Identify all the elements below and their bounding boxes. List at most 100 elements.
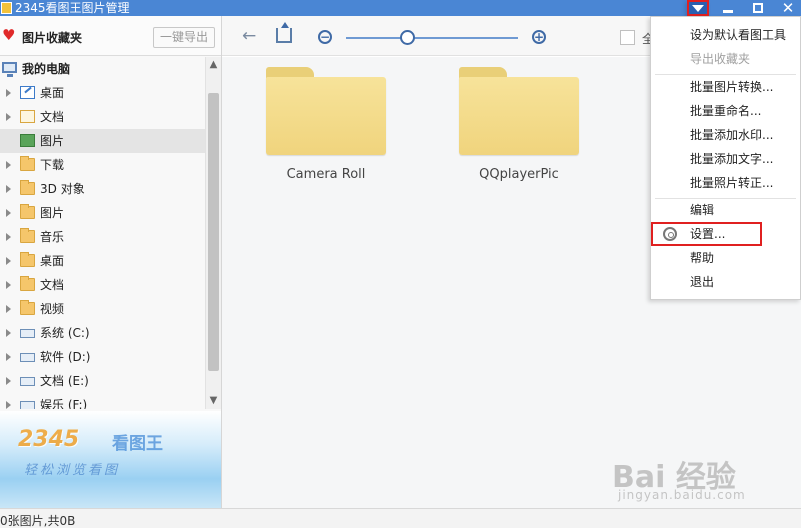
expand-arrow-icon[interactable] [6,281,11,289]
main-menu-button[interactable] [687,0,709,16]
zoom-slider-thumb[interactable] [400,30,416,45]
close-icon: ✕ [781,0,795,17]
expand-arrow-icon[interactable] [6,377,11,385]
expand-arrow-icon[interactable] [6,209,11,217]
folder-icon [20,300,35,315]
menu-item-export-favorites: 导出收藏夹 [690,52,751,66]
tree-item-downloads[interactable]: 下载 [0,153,205,177]
folder-tree: 我的电脑 桌面 文档 图片 下载 3D 对象 图片 音乐 桌面 文档 视频 系统… [0,57,205,409]
tree-item-pictures[interactable]: 图片 [0,129,205,153]
folder-icon [20,156,35,171]
heart-icon: ♥ [2,26,16,44]
tree-item-label: 图片 [40,134,65,148]
left-panel: ♥ 图片收藏夹 一键导出 我的电脑 桌面 文档 图片 下载 3D 对象 图片 音… [0,16,222,508]
tree-scrollbar[interactable]: ▲ ▼ [205,57,221,409]
tree-item-label: 软件 (D:) [40,350,91,364]
tree-item-documents[interactable]: 文档 [0,105,205,129]
tree-item-label: 娱乐 (F:) [40,398,88,409]
menu-item-exit[interactable]: 退出 [651,270,800,294]
tree-item-label: 文档 [40,110,65,124]
menu-item-set-default[interactable]: 设为默认看图工具 [651,23,800,47]
drive-icon [20,401,35,409]
tree-item-label: 桌面 [40,86,65,100]
maximize-icon [753,3,763,13]
select-all-checkbox[interactable] [620,30,635,45]
maximize-button[interactable] [746,0,770,16]
tree-item-videos[interactable]: 视频 [0,297,205,321]
drive-icon [20,353,35,362]
status-bar: 0张图片,共0B [0,508,801,528]
ad-banner[interactable]: 2345 看图王 轻松浏览看图 [0,411,221,508]
tree-item-label: 视频 [40,302,65,316]
close-button[interactable]: ✕ [776,0,800,16]
expand-arrow-icon[interactable] [6,257,11,265]
folder-icon [20,228,35,243]
tree-item-label: 音乐 [40,230,65,244]
folder-tile[interactable]: Camera Roll [258,59,388,199]
tree-item-documents-2[interactable]: 文档 [0,273,205,297]
folder-icon [20,276,35,291]
tree-item-label: 3D 对象 [40,182,85,196]
tree-item-label: 系统 (C:) [40,326,90,340]
tree-item-3d-objects[interactable]: 3D 对象 [0,177,205,201]
folder-name: QQplayerPic [479,167,559,182]
tree-item-desktop-2[interactable]: 桌面 [0,249,205,273]
menu-item-edit[interactable]: 编辑 [651,198,800,222]
tree-item-drive-d[interactable]: 软件 (D:) [0,345,205,369]
tree-item-drive-f[interactable]: 娱乐 (F:) [0,393,205,409]
zoom-slider-track[interactable] [346,37,518,39]
menu-item-batch-convert[interactable]: 批量图片转换... [651,75,800,99]
tree-item-desktop[interactable]: 桌面 [0,81,205,105]
menu-item-batch-watermark[interactable]: 批量添加水印... [651,123,800,147]
scroll-down-button[interactable]: ▼ [206,393,221,409]
app-icon [1,2,12,14]
scroll-thumb[interactable] [208,93,219,371]
menu-item-batch-rotate[interactable]: 批量照片转正... [651,171,800,195]
tree-item-label: 文档 [40,278,65,292]
menu-item-settings-label: 设置... [690,227,726,241]
watermark-url: jingyan.baidu.com [618,488,746,502]
zoom-in-icon[interactable]: + [532,30,546,44]
tree-item-label: 图片 [40,206,65,220]
folder-name: Camera Roll [286,167,366,182]
folder-icon [20,252,35,267]
tree-item-drive-e[interactable]: 文档 (E:) [0,369,205,393]
folder-icon [459,67,579,155]
folder-icon [20,204,35,219]
back-arrow-icon[interactable]: ← [242,26,256,46]
minimize-button[interactable] [716,0,740,16]
menu-item-settings[interactable]: 设置... [651,222,762,246]
up-folder-icon[interactable] [276,22,292,43]
menu-item-help[interactable]: 帮助 [651,246,800,270]
scroll-up-button[interactable]: ▲ [206,57,221,73]
expand-arrow-icon[interactable] [6,185,11,193]
computer-icon [2,62,17,77]
gear-icon [663,227,677,241]
tree-item-label: 桌面 [40,254,65,268]
tree-item-label: 下载 [40,158,65,172]
chevron-down-icon [692,4,704,12]
export-button[interactable]: 一键导出 [153,27,215,48]
folder-tile[interactable]: QQplayerPic [451,59,581,199]
title-bar: 2345看图王图片管理 ✕ [0,0,801,16]
tree-item-music[interactable]: 音乐 [0,225,205,249]
zoom-out-icon[interactable]: − [318,30,332,44]
expand-arrow-icon[interactable] [6,89,11,97]
menu-item-batch-rename[interactable]: 批量重命名... [651,99,800,123]
menu-item-batch-text[interactable]: 批量添加文字... [651,147,800,171]
folder-icon [20,180,35,195]
expand-arrow-icon[interactable] [6,401,11,409]
tree-item-pictures-2[interactable]: 图片 [0,201,205,225]
tree-item-my-computer[interactable]: 我的电脑 [0,57,205,81]
expand-arrow-icon[interactable] [6,353,11,361]
expand-arrow-icon[interactable] [6,113,11,121]
picture-folder-icon [20,134,35,147]
expand-arrow-icon[interactable] [6,161,11,169]
window-title: 2345看图王图片管理 [15,1,130,15]
expand-arrow-icon[interactable] [6,233,11,241]
ad-brand: 2345 [18,427,80,452]
tree-item-drive-c[interactable]: 系统 (C:) [0,321,205,345]
expand-arrow-icon[interactable] [6,305,11,313]
status-text: 0张图片,共0B [0,514,76,528]
expand-arrow-icon[interactable] [6,329,11,337]
